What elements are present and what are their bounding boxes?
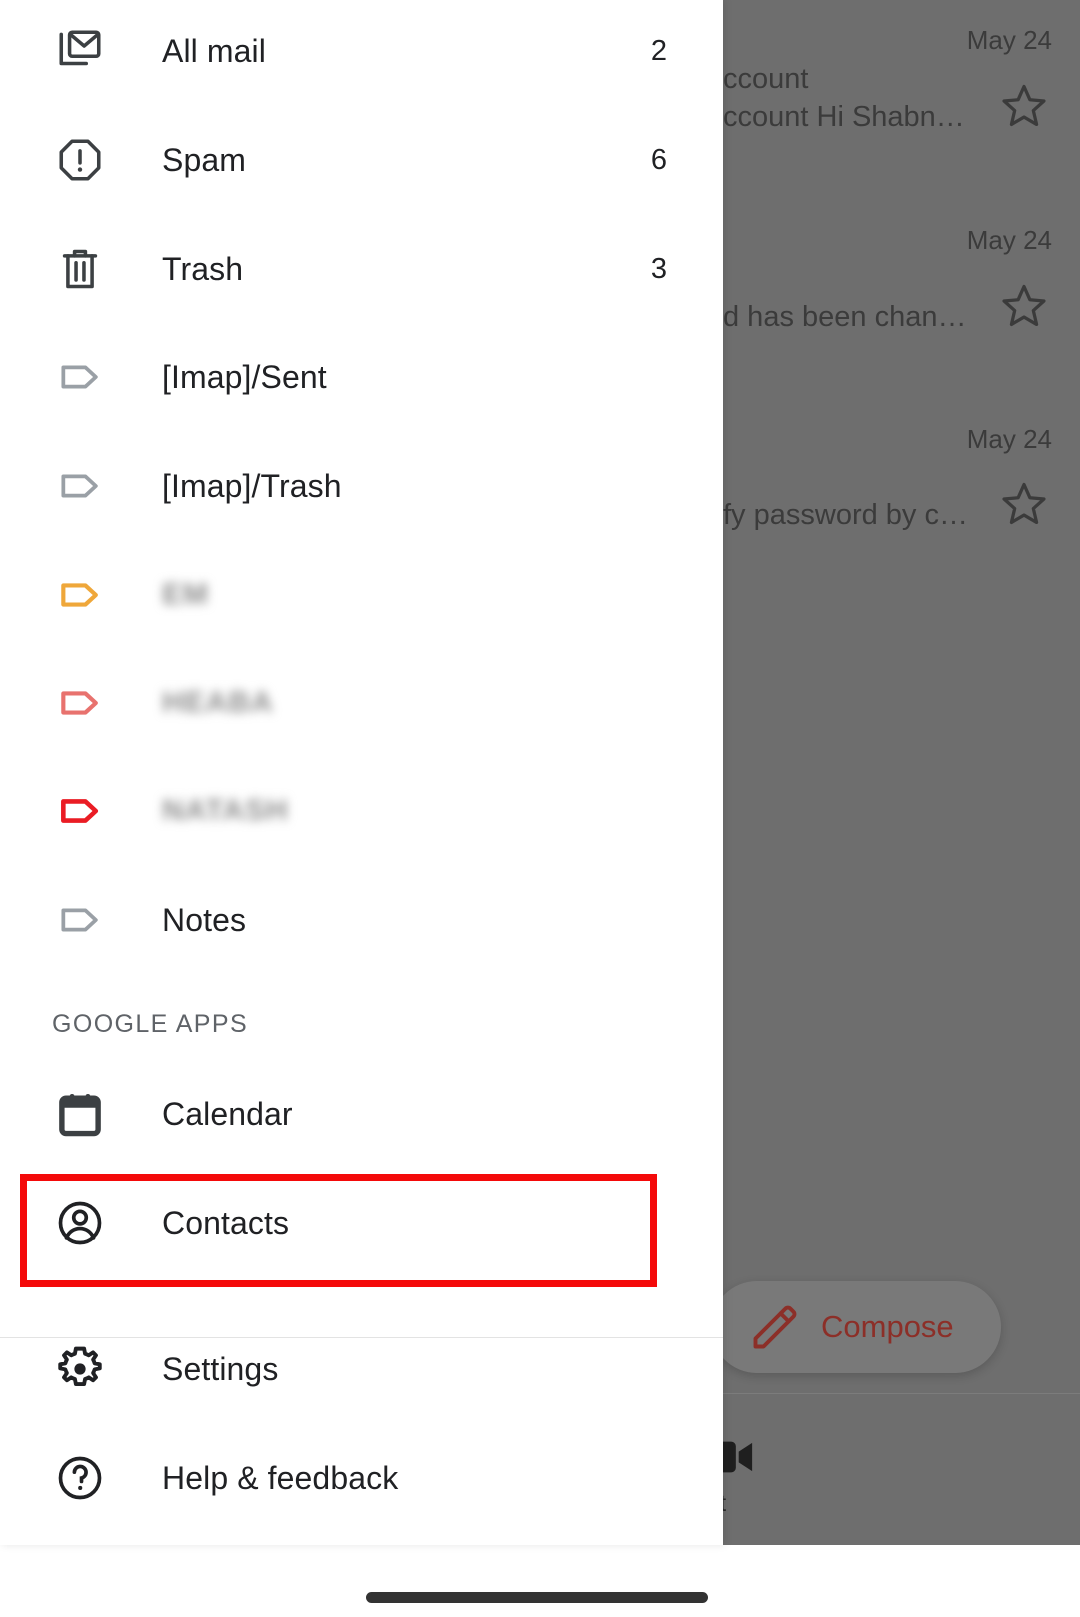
calendar-icon [52,1086,108,1142]
drawer-scrim-overlay[interactable]: May 24 ccount ccount Hi Shabn… May 24 d … [723,0,1080,1545]
nav-count-badge: 2 [650,34,667,67]
pencil-icon [749,1301,801,1353]
label-icon [52,458,108,514]
label-icon [52,675,108,731]
nav-label: Contacts [162,1204,290,1241]
nav-item-imap-trash[interactable]: [Imap]/Trash [0,432,723,540]
account-circle-icon [52,1195,108,1251]
nav-label: Notes [162,901,247,938]
navigation-drawer: All mail 2 Spam 6 Trash 3 [Imap]/Sent [I… [0,0,723,1545]
nav-item-imap-sent[interactable]: [Imap]/Sent [0,323,723,431]
nav-item-all-mail[interactable]: All mail 2 [0,0,723,105]
nav-label-redacted: NATASH [162,794,289,827]
mail-date: May 24 [966,225,1052,255]
nav-label: Trash [162,250,244,287]
nav-item-trash[interactable]: Trash 3 [0,215,723,323]
star-outline-icon[interactable] [998,80,1050,132]
mail-date: May 24 [966,25,1052,55]
nav-item-notes[interactable]: Notes [0,866,723,974]
mail-date: May 24 [966,424,1052,454]
nav-label: Settings [162,1350,279,1387]
meet-video-icon [723,1439,755,1475]
label-icon [52,349,108,405]
mail-list-row[interactable]: May 24 ccount ccount Hi Shabn… [723,0,1080,200]
screen: May 24 ccount ccount Hi Shabn… May 24 d … [0,0,1080,1617]
nav-item-spam[interactable]: Spam 6 [0,106,723,214]
trash-icon [52,241,108,297]
nav-item-contacts[interactable]: Contacts [0,1169,723,1277]
compose-label: Compose [821,1309,954,1344]
nav-label: Help & feedback [162,1459,399,1496]
spam-icon [52,132,108,188]
mail-snippet: fy password by c… [723,499,968,531]
nav-label: Spam [162,141,246,178]
star-outline-icon[interactable] [998,280,1050,332]
nav-item-help-feedback[interactable]: Help & feedback [0,1424,723,1532]
nav-count-badge: 6 [650,143,667,176]
label-icon [52,567,108,623]
mail-snippet: d has been chan… [723,301,967,333]
nav-item-settings[interactable]: Settings [0,1315,723,1423]
mail-snippet: ccount Hi Shabn… [723,101,965,133]
home-indicator[interactable] [366,1592,708,1603]
gear-icon [52,1341,108,1397]
compose-button[interactable]: Compose [723,1281,1001,1373]
section-header-google-apps: GOOGLE APPS [52,1010,249,1038]
nav-item-custom-label[interactable]: EM [0,541,723,649]
nav-item-custom-label[interactable]: NATASH [0,757,723,865]
nav-count-badge: 3 [650,252,667,285]
label-icon [52,783,108,839]
bottom-navigation-bar[interactable]: et [723,1393,1080,1545]
label-icon [52,892,108,948]
mail-list-row[interactable]: May 24 fy password by c… [723,400,1080,600]
nav-item-calendar[interactable]: Calendar [0,1060,723,1168]
mail-list-row[interactable]: May 24 d has been chan… [723,200,1080,400]
nav-label: All mail [162,32,266,69]
help-circle-icon [52,1450,108,1506]
nav-item-custom-label[interactable]: HEABA [0,649,723,757]
nav-label: [Imap]/Sent [162,358,327,395]
mail-sender: ccount [723,63,809,95]
nav-label: [Imap]/Trash [162,467,342,504]
nav-label-redacted: HEABA [162,686,274,719]
nav-label: Calendar [162,1095,293,1132]
nav-label-redacted: EM [162,578,209,611]
star-outline-icon[interactable] [998,478,1050,530]
all-mail-icon [52,23,108,79]
bottom-nav-label: et [723,1490,726,1517]
